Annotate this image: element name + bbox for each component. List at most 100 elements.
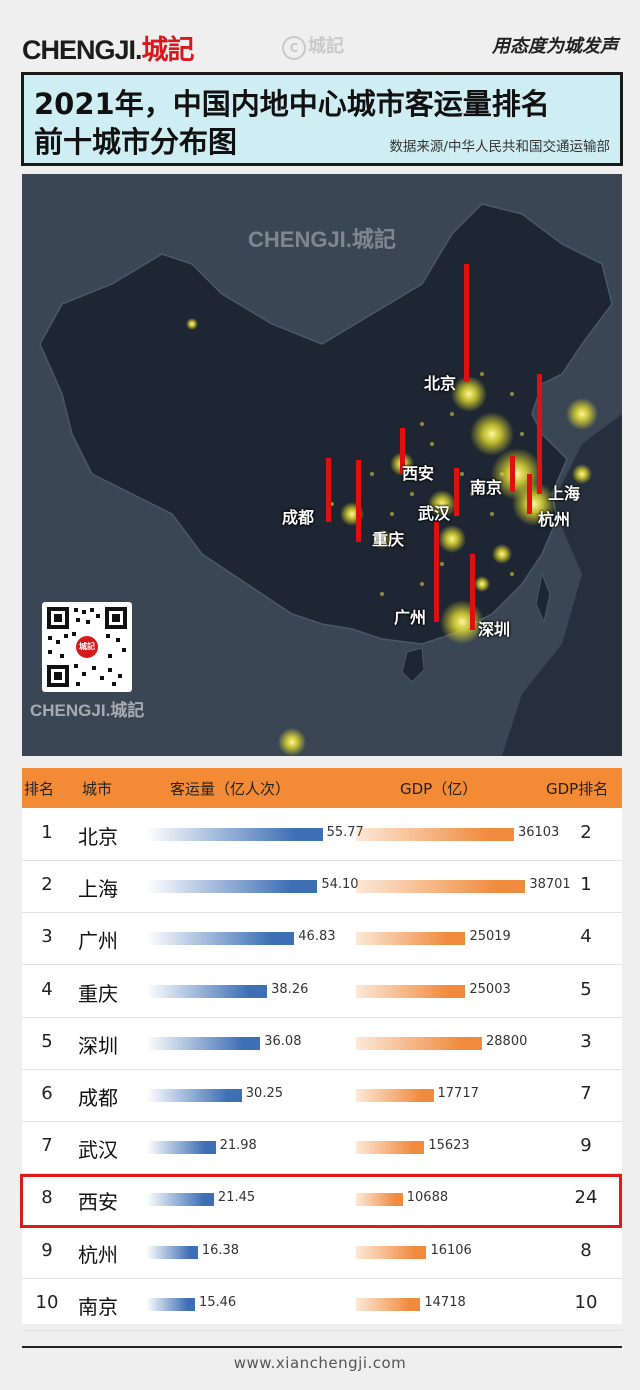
map-bar-shenzhen (470, 554, 475, 630)
map-bar-chengdu (326, 458, 331, 522)
map-watermark: CHENGJI.城記 (248, 227, 396, 252)
rank-cell: 10 (35, 1291, 59, 1313)
map-bar-hangzhou (527, 474, 532, 514)
data-source: 数据来源/中华人民共和国交通运输部 (389, 139, 610, 155)
table-row: 1 北京 55.77 36103 2 (22, 808, 622, 861)
map-label-hangzhou: 杭州 (538, 510, 571, 529)
map-bar-chongqing (356, 460, 361, 542)
gdp-bar (356, 984, 466, 998)
gdp-value: 25003 (469, 981, 511, 997)
ranking-table: 排名 城市 客运量（亿人次） GDP（亿） GDP排名 1 北京 55.77 3610… (20, 768, 622, 1331)
gdp-value: 15623 (428, 1138, 470, 1154)
passenger-value: 30.25 (245, 1086, 283, 1101)
page-title: 2021年，中国内地中心城市客运量排名 (34, 87, 550, 121)
passenger-bar (146, 1089, 242, 1102)
gdp-rank-cell: 3 (580, 1030, 592, 1052)
gdp-bar (356, 1245, 427, 1259)
passenger-value: 38.26 (271, 981, 309, 997)
logo-cn-text: 城記 (141, 35, 195, 65)
gdp-value: 28800 (486, 1033, 528, 1049)
map-label-shanghai: 上海 (548, 484, 581, 503)
title-box: 2021年，中国内地中心城市客运量排名 前十城市分布图 数据来源/中华人民共和国… (21, 72, 623, 166)
header-gdp: GDP（亿） (400, 780, 478, 798)
header-city: 城市 (82, 780, 113, 798)
gdp-value: 14718 (424, 1294, 466, 1310)
highlight-box (20, 1174, 622, 1229)
map-bar-wuhan (454, 468, 459, 516)
passenger-bar (146, 984, 268, 998)
city-cell: 重庆 (78, 981, 118, 1006)
gdp-bar (356, 880, 526, 894)
rank-cell: 4 (41, 978, 53, 1000)
passenger-bar (146, 828, 323, 841)
website-url: www.xianchengji.com (233, 1354, 407, 1372)
gdp-rank-cell: 9 (580, 1135, 592, 1157)
qr-code: 城記 (42, 602, 132, 692)
table-row: 4 重庆 38.26 25003 5 (22, 965, 622, 1018)
rank-cell: 7 (41, 1135, 53, 1157)
passenger-bar (146, 1297, 195, 1311)
city-cell: 南京 (78, 1294, 118, 1319)
city-cell: 武汉 (78, 1138, 118, 1163)
map-label-nanjing: 南京 (470, 478, 503, 497)
passenger-bar (146, 932, 295, 946)
rank-cell: 5 (41, 1030, 53, 1052)
map-watermark-bottom: CHENGJI.城記 (30, 701, 145, 720)
gdp-bar (356, 1141, 425, 1155)
table-row: 9 杭州 16.38 16106 8 (22, 1226, 622, 1279)
passenger-value: 16.38 (201, 1242, 240, 1258)
watermark-text: 城記 (308, 36, 344, 57)
map-label-xian: 西安 (402, 464, 435, 483)
table-row: 5 深圳 36.08 28800 3 (22, 1017, 622, 1070)
gdp-rank-cell: 1 (580, 874, 592, 896)
passenger-value: 15.46 (198, 1294, 237, 1310)
gdp-rank-cell: 7 (580, 1083, 592, 1104)
map-label-guangzhou: 广州 (394, 608, 427, 627)
table-row: 10 南京 15.46 14718 10 (22, 1278, 622, 1331)
map-label-chongqing: 重庆 (372, 530, 405, 549)
map-bar-nanjing (510, 456, 515, 492)
chengji-logo: CHENGJI.城記 (22, 28, 195, 67)
table-header: 排名 城市 客运量（亿人次） GDP（亿） GDP排名 (22, 768, 622, 808)
footer-divider (22, 1346, 622, 1348)
gdp-bar (356, 1036, 482, 1050)
rank-cell: 9 (41, 1239, 53, 1261)
passenger-bar (146, 1141, 216, 1155)
gdp-rank-cell: 5 (580, 978, 592, 1000)
map-label-wuhan: 武汉 (418, 504, 451, 523)
gdp-rank-cell: 2 (580, 822, 592, 843)
gdp-rank-cell: 10 (574, 1291, 598, 1313)
map-label-shenzhen: 深圳 (478, 620, 511, 639)
city-cell: 广州 (78, 929, 118, 954)
logo-text: CHENGJI. (22, 35, 143, 65)
gdp-bar (356, 828, 514, 841)
passenger-value: 46.83 (298, 929, 336, 945)
slogan: 用态度为城发声 (492, 36, 618, 57)
passenger-value: 36.08 (264, 1033, 302, 1049)
passenger-bar (146, 1245, 198, 1259)
gdp-value: 16106 (430, 1242, 472, 1258)
rank-cell: 2 (41, 874, 53, 896)
table-row: 6 成都 30.25 17717 7 (22, 1069, 622, 1122)
china-night-map: CHENGJI.城記 北京 西安 南京 上海 成都 武汉 杭州 重庆 广州 深圳 (22, 174, 622, 756)
city-cell: 上海 (78, 877, 118, 902)
map-bar-shanghai (537, 374, 542, 494)
rank-cell: 6 (41, 1083, 53, 1104)
gdp-bar (356, 1297, 421, 1311)
rank-cell: 1 (41, 822, 53, 843)
header-gdp-rank: GDP排名 (546, 780, 609, 798)
gdp-rank-cell: 8 (580, 1239, 592, 1261)
rank-cell: 3 (41, 926, 53, 948)
gdp-bar (356, 1089, 434, 1102)
map-bar-guangzhou (434, 522, 439, 622)
city-cell: 深圳 (78, 1033, 118, 1058)
passenger-value: 21.98 (219, 1138, 257, 1154)
qr-center-label: 城記 (79, 642, 95, 651)
city-cell: 成都 (78, 1086, 118, 1110)
passenger-bar (146, 880, 318, 894)
gdp-value: 17717 (437, 1086, 479, 1101)
gdp-bar (356, 932, 466, 946)
gdp-value: 25019 (469, 929, 511, 945)
map-label-beijing: 北京 (424, 374, 457, 393)
table-row: 7 武汉 21.98 15623 9 (22, 1121, 622, 1175)
